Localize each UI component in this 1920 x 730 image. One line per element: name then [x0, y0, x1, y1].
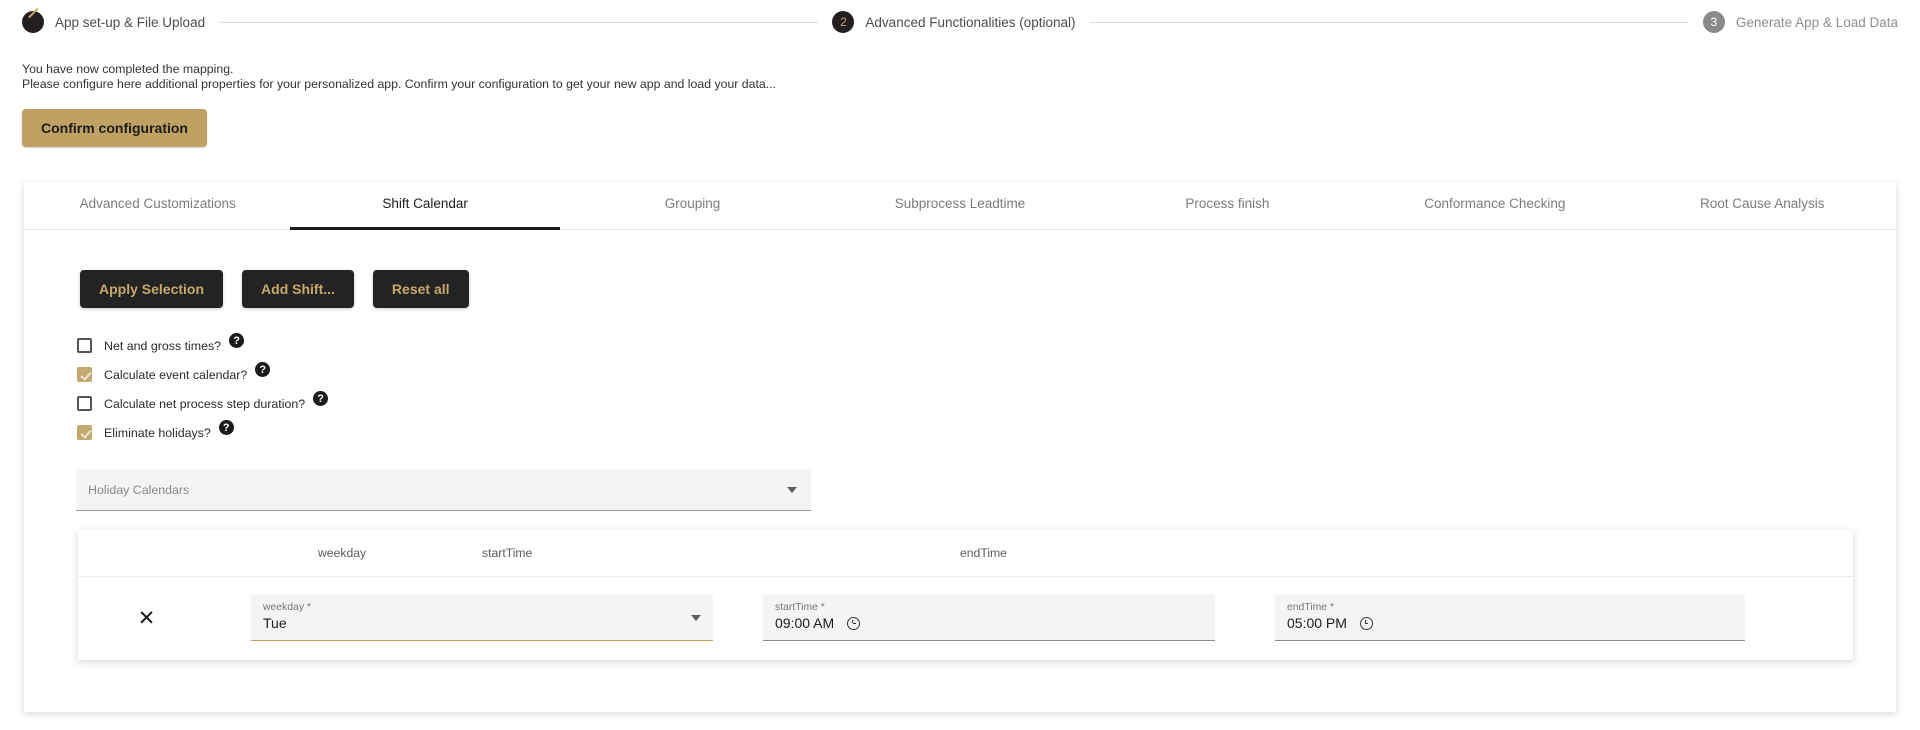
step-app-setup[interactable]: App set-up & File Upload [22, 11, 205, 33]
step-advanced-functionalities[interactable]: 2 Advanced Functionalities (optional) [832, 11, 1076, 33]
checkbox-row-eliminate-holidays[interactable]: Eliminate holidays? ? [77, 418, 1896, 447]
tab-conformance-checking[interactable]: Conformance Checking [1361, 190, 1628, 229]
help-icon-eliminate-holidays[interactable]: ? [218, 420, 234, 435]
tab-shift-calendar[interactable]: Shift Calendar [291, 190, 558, 229]
checkbox-label-net-and-gross-times: Net and gross times? [104, 338, 222, 353]
checkbox-label-calculate-net-process-step-duration: Calculate net process step duration? [104, 396, 306, 411]
holiday-calendars-placeholder: Holiday Calendars [88, 482, 190, 497]
shift-action-buttons: Apply Selection Add Shift... Reset all [80, 270, 1896, 308]
endtime-field-label: endTime * [1287, 602, 1334, 613]
stepper-divider-2 [1089, 21, 1689, 23]
step-2-circle: 2 [832, 11, 855, 33]
reset-all-button[interactable]: Reset all [372, 270, 469, 308]
column-header-weekday: weekday [318, 546, 367, 560]
intro-line-2: Please configure here additional propert… [22, 77, 776, 91]
close-icon[interactable]: ✕ [138, 608, 156, 629]
step-3-label: Generate App & Load Data [1735, 14, 1898, 30]
step-generate-app[interactable]: 3 Generate App & Load Data [1702, 11, 1898, 33]
options-checkbox-group: Net and gross times? ? Calculate event c… [77, 331, 1896, 447]
checkbox-label-calculate-event-calendar: Calculate event calendar? [104, 367, 248, 382]
starttime-field-value-wrap: 09:00 AM [775, 614, 1205, 633]
tab-grouping[interactable]: Grouping [559, 190, 826, 229]
chevron-down-icon [787, 486, 797, 493]
remove-row-cell: ✕ [78, 608, 193, 629]
checkbox-net-and-gross-times[interactable] [77, 338, 92, 353]
starttime-input[interactable]: startTime * 09:00 AM [763, 595, 1215, 641]
add-shift-button[interactable]: Add Shift... [242, 270, 354, 308]
help-icon-net-and-gross-times[interactable]: ? [229, 333, 245, 348]
checkbox-row-net-and-gross-times[interactable]: Net and gross times? ? [77, 331, 1896, 360]
checkbox-row-calculate-net-process-step-duration[interactable]: Calculate net process step duration? ? [77, 389, 1896, 418]
endtime-field-value-wrap: 05:00 PM [1287, 614, 1735, 633]
apply-selection-button[interactable]: Apply Selection [80, 270, 224, 308]
checkbox-eliminate-holidays[interactable] [77, 425, 92, 440]
endtime-field-value: 05:00 PM [1287, 615, 1347, 631]
tab-advanced-customizations[interactable]: Advanced Customizations [24, 190, 291, 229]
checkbox-row-calculate-event-calendar[interactable]: Calculate event calendar? ? [77, 360, 1896, 389]
weekday-field-value: Tue [263, 615, 287, 631]
shift-table-header: weekday startTime endTime [78, 530, 1853, 577]
confirm-configuration-button[interactable]: Confirm configuration [22, 109, 207, 147]
tab-root-cause-analysis[interactable]: Root Cause Analysis [1629, 190, 1896, 229]
tab-process-finish[interactable]: Process finish [1094, 190, 1361, 229]
help-icon-calculate-event-calendar[interactable]: ? [255, 362, 271, 377]
clock-icon[interactable] [1359, 617, 1373, 630]
endtime-input[interactable]: endTime * 05:00 PM [1275, 595, 1745, 641]
checkbox-calculate-net-process-step-duration[interactable] [77, 396, 92, 411]
column-header-starttime: startTime [482, 546, 533, 560]
clock-icon[interactable] [847, 617, 861, 630]
weekday-select[interactable]: weekday * Tue [251, 595, 713, 641]
step-1-label: App set-up & File Upload [55, 14, 206, 30]
column-header-endtime: endTime [960, 546, 1007, 560]
checkbox-label-eliminate-holidays: Eliminate holidays? [104, 425, 211, 440]
step-3-circle: 3 [1702, 11, 1725, 33]
intro-line-1: You have now completed the mapping. [22, 62, 234, 76]
chevron-down-icon [691, 614, 701, 621]
starttime-field-label: startTime * [775, 602, 825, 613]
tab-subprocess-leadtime[interactable]: Subprocess Leadtime [826, 190, 1093, 229]
pencil-icon [28, 17, 39, 28]
shift-table: weekday startTime endTime ✕ weekday * Tu… [78, 530, 1853, 660]
step-2-label: Advanced Functionalities (optional) [865, 14, 1076, 30]
help-icon-calculate-net-process-step-duration[interactable]: ? [313, 391, 329, 406]
checkbox-calculate-event-calendar[interactable] [77, 367, 92, 382]
holiday-calendars-select[interactable]: Holiday Calendars [76, 469, 811, 511]
weekday-field-label: weekday * [263, 602, 311, 613]
advanced-functionalities-card: Advanced Customizations Shift Calendar G… [24, 182, 1896, 712]
starttime-field-value: 09:00 AM [775, 615, 835, 631]
intro-text: You have now completed the mapping. Plea… [22, 62, 1920, 92]
stepper-divider-1 [219, 21, 819, 23]
table-row: ✕ weekday * Tue startTime * 09:00 AM end… [78, 577, 1853, 659]
step-1-circle [22, 11, 44, 33]
tab-bar: Advanced Customizations Shift Calendar G… [24, 182, 1896, 230]
progress-stepper: App set-up & File Upload 2 Advanced Func… [0, 0, 1920, 44]
